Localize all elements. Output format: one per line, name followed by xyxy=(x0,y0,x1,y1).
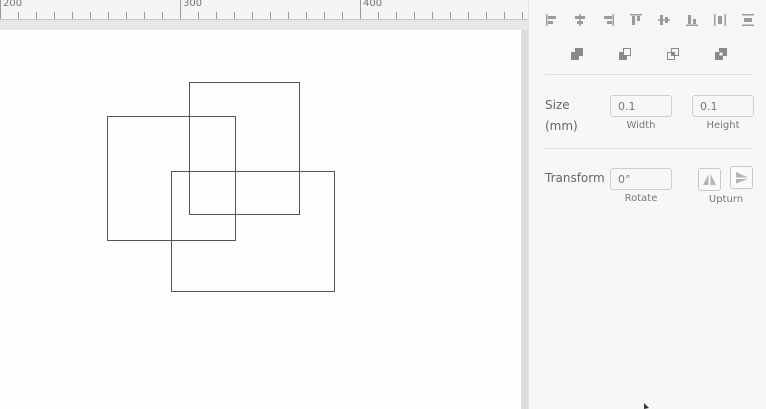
rotate-input[interactable] xyxy=(610,168,672,190)
rectangle-shape-2[interactable] xyxy=(189,82,300,215)
flip-vertical-icon xyxy=(735,172,748,184)
panel-divider xyxy=(545,74,753,75)
panel-divider xyxy=(545,148,753,149)
transform-label: Transform xyxy=(545,171,605,185)
ruler-gap xyxy=(0,20,528,30)
ruler-label-200: 200 xyxy=(3,0,23,9)
mouse-cursor-icon xyxy=(644,403,649,409)
ruler-label-300: 300 xyxy=(183,0,203,9)
subtract-icon[interactable] xyxy=(617,46,633,62)
width-input[interactable] xyxy=(610,95,672,117)
align-center-vertical-icon[interactable] xyxy=(656,12,672,28)
flip-horizontal-button[interactable] xyxy=(698,168,721,191)
ruler-label-400: 400 xyxy=(363,0,383,9)
flip-horizontal-icon xyxy=(703,174,716,185)
align-bottom-icon[interactable] xyxy=(684,12,700,28)
canvas-area[interactable]: 200 300 400 xyxy=(0,0,528,409)
distribute-horizontal-icon[interactable] xyxy=(712,12,728,28)
align-right-icon[interactable] xyxy=(600,12,616,28)
ruler-ticks xyxy=(0,0,528,20)
upturn-label: Upturn xyxy=(708,194,744,205)
rectangle-shape-3[interactable] xyxy=(171,171,335,292)
canvas-scroll-edge xyxy=(521,30,528,409)
height-label: Height xyxy=(706,120,740,131)
height-input[interactable] xyxy=(692,95,754,117)
rotate-label: Rotate xyxy=(624,193,658,204)
exclude-icon[interactable] xyxy=(713,46,729,62)
horizontal-ruler: 200 300 400 xyxy=(0,0,528,20)
shapes-layer[interactable] xyxy=(0,30,521,409)
align-left-icon[interactable] xyxy=(544,12,560,28)
size-unit-label: (mm) xyxy=(545,119,578,133)
distribute-vertical-icon[interactable] xyxy=(740,12,756,28)
align-top-icon[interactable] xyxy=(628,12,644,28)
align-center-horizontal-icon[interactable] xyxy=(572,12,588,28)
canvas-page[interactable] xyxy=(0,30,521,409)
properties-panel: Size (mm) Width Height Transform Rotate … xyxy=(528,0,766,409)
union-icon[interactable] xyxy=(569,46,585,62)
size-label: Size xyxy=(545,98,570,112)
width-label: Width xyxy=(626,120,656,131)
intersect-icon[interactable] xyxy=(665,46,681,62)
flip-vertical-button[interactable] xyxy=(730,166,753,189)
